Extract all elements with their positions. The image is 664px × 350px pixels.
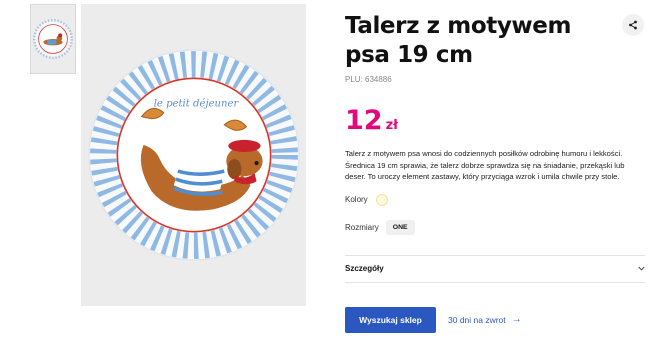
sizes-row: Rozmiary ONE: [345, 219, 645, 235]
price-value: 12: [345, 105, 383, 136]
plate-thumbnail-icon: [33, 19, 73, 59]
details-label: Szczegóły: [345, 264, 384, 274]
arrow-right-icon: →: [511, 314, 522, 326]
product-price: 12 zł: [345, 106, 645, 136]
chevron-down-icon: [637, 265, 645, 273]
colors-label: Kolory: [345, 195, 368, 205]
find-store-button[interactable]: Wyszukaj sklep: [345, 306, 436, 333]
actions-row: Wyszukaj sklep 30 dni na zwrot →: [345, 306, 645, 333]
product-main-image[interactable]: le petit déjeuner: [81, 4, 306, 306]
product-description: Talerz z motywem psa wnosi do codziennyc…: [345, 149, 625, 182]
size-option[interactable]: ONE: [385, 219, 415, 235]
share-icon: [629, 20, 637, 30]
price-currency: zł: [385, 118, 398, 133]
share-button[interactable]: [622, 14, 644, 36]
returns-label: 30 dni na zwrot: [448, 314, 506, 325]
sizes-label: Rozmiary: [345, 222, 379, 232]
returns-link[interactable]: 30 dni na zwrot →: [448, 314, 522, 325]
product-info: Talerz z motywem psa 19 cm PLU: 634886 1…: [345, 12, 645, 333]
product-plu: PLU: 634886: [345, 75, 392, 84]
details-accordion[interactable]: Szczegóły: [345, 254, 645, 283]
thumbnail-image[interactable]: [30, 4, 76, 74]
colors-row: Kolory: [345, 193, 645, 206]
plate-image-icon: le petit déjeuner: [87, 49, 300, 261]
thumbnail-list: [30, 4, 76, 74]
plate-text: le petit déjeuner: [153, 98, 239, 110]
product-title: Talerz z motywem psa 19 cm: [345, 13, 572, 68]
color-swatch[interactable]: [375, 193, 388, 206]
